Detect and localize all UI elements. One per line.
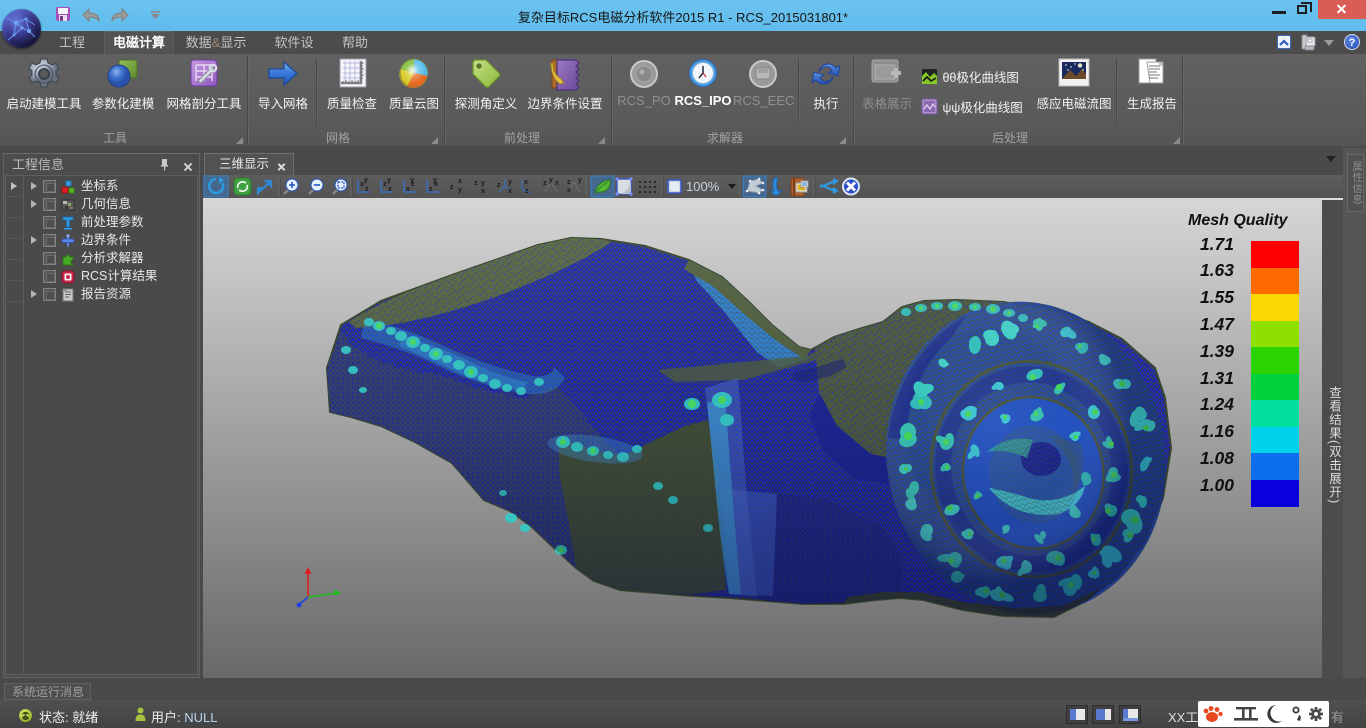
svg-text:z: z — [429, 186, 433, 193]
svg-text:x: x — [508, 188, 512, 195]
svg-text:z: z — [567, 179, 571, 186]
svg-text:y: y — [549, 177, 553, 184]
svg-text:x: x — [388, 186, 392, 193]
svg-text:x: x — [458, 178, 462, 185]
svg-text:z: z — [365, 186, 369, 193]
svg-text:100%: 100% — [686, 179, 720, 194]
svg-text:z: z — [497, 182, 501, 189]
svg-text:y: y — [364, 177, 368, 184]
svg-text:y: y — [578, 177, 582, 184]
svg-text:x: x — [555, 180, 559, 187]
svg-text:x: x — [406, 186, 410, 193]
svg-text:y: y — [458, 187, 462, 194]
svg-text:y: y — [508, 179, 512, 186]
svg-text:z: z — [450, 184, 454, 191]
svg-text:y: y — [387, 177, 391, 184]
svg-text:z: z — [474, 180, 478, 187]
svg-text:y: y — [433, 177, 437, 184]
svg-text:x: x — [567, 187, 571, 194]
svg-text:x: x — [524, 179, 528, 186]
svg-text:y: y — [481, 180, 485, 187]
svg-text:x: x — [481, 188, 485, 195]
svg-text:z: z — [543, 180, 547, 187]
svg-text:y: y — [410, 177, 414, 184]
svg-text:z: z — [525, 188, 529, 195]
